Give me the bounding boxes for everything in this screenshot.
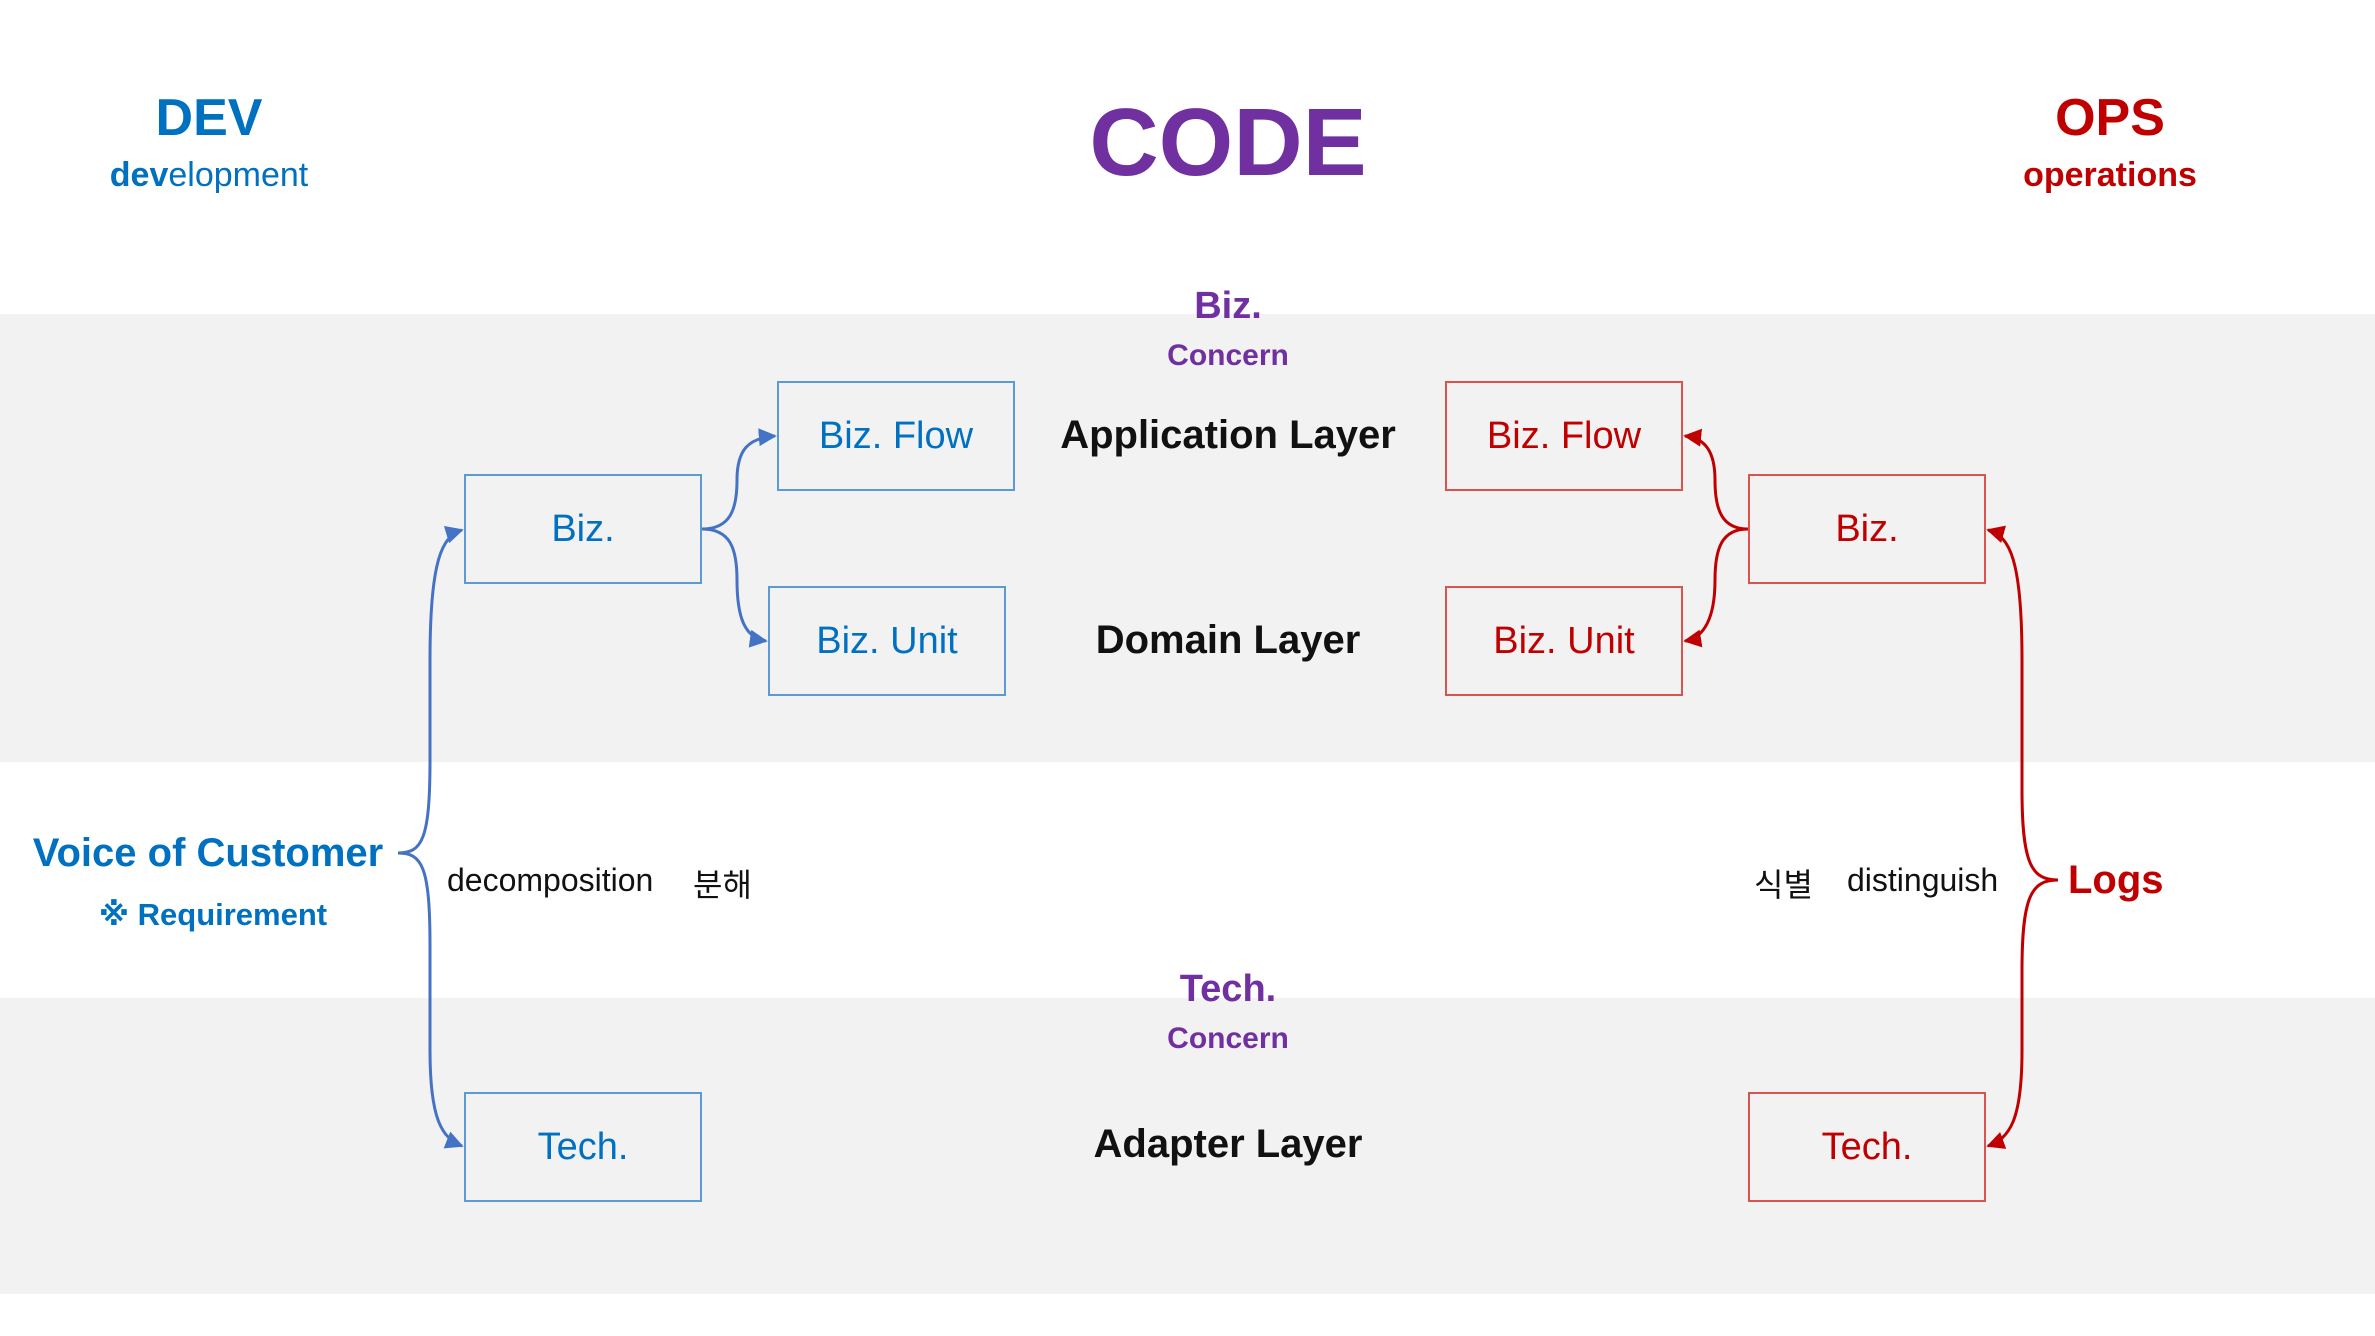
connector-arrows (397, 428, 2059, 1149)
logs-to-ops-tech-arrow (1986, 878, 2059, 1149)
voc-to-dev-tech-arrow (397, 851, 464, 1149)
logs-to-ops-biz-arrow (1986, 525, 2059, 882)
voc-to-dev-biz-arrow (397, 526, 464, 855)
ops-biz-to-flow-arrow (1683, 428, 1749, 531)
dev-biz-to-unit-arrow (701, 527, 768, 648)
ops-biz-to-unit-arrow (1683, 527, 1749, 648)
dev-biz-to-flow-arrow (701, 428, 777, 531)
